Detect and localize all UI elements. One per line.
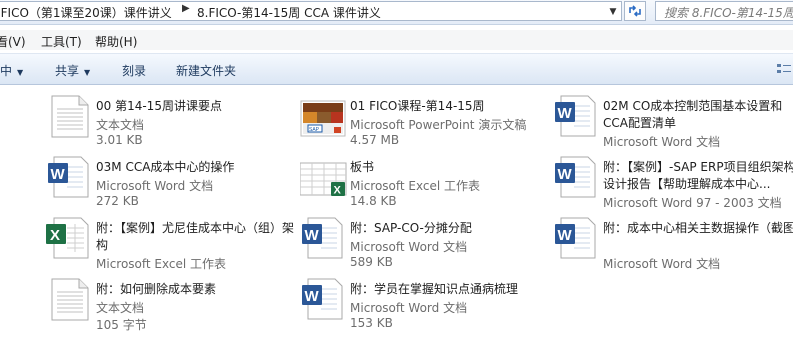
file-item[interactable]: 附：如何删除成本要素 文本文档 105 字节	[46, 275, 286, 335]
svg-text:X: X	[334, 185, 342, 197]
file-name: 附：SAP-CO-分摊分配	[350, 221, 472, 235]
file-item[interactable]: W 附：成本中心相关主数据操作（截图） Microsoft Word 文档	[553, 214, 793, 274]
new-folder-button[interactable]: 新建文件夹	[176, 62, 236, 79]
file-list: 00 第14-15周讲课要点 文本文档 3.01 KB SAP 01 FICO课…	[0, 86, 793, 344]
file-size: 4.57 MB	[350, 133, 400, 147]
file-item[interactable]: W 03M CCA成本中心的操作 Microsoft Word 文档 272 K…	[46, 153, 286, 213]
file-item[interactable]: W 附：学员在掌握知识点通病梳理 Microsoft Word 文档 153 K…	[300, 275, 550, 335]
search-input[interactable]: 搜索 8.FICO-第14-15周	[655, 1, 793, 21]
file-name: 附：成本中心相关主数据操作（截图）	[603, 221, 793, 235]
svg-text:W: W	[558, 166, 573, 183]
word-document-icon: W	[302, 217, 343, 259]
svg-text:X: X	[50, 227, 60, 244]
file-size: 272 KB	[96, 194, 139, 208]
svg-text:W: W	[51, 166, 66, 183]
share-dropdown-icon: ▼	[84, 68, 91, 77]
address-bar-row: 8FICO（第1课至20课）课件讲义 ▶ 8.FICO-第14-15周 CCA …	[0, 0, 793, 25]
file-name: 附：【案例】-SAP ERP项目组织架构设计报告【帮助理解成本中心...	[603, 160, 793, 191]
refresh-icon	[629, 5, 641, 17]
excel-sheet-icon: X	[46, 217, 89, 259]
file-type: Microsoft Word 文档	[350, 240, 468, 254]
file-item[interactable]: W 02M CO成本控制范围基本设置和CCA配置清单 Microsoft Wor…	[553, 92, 793, 152]
burn-button[interactable]: 刻录	[122, 62, 146, 79]
file-type: Microsoft PowerPoint 演示文稿	[350, 118, 527, 132]
text-document-icon	[51, 278, 89, 321]
file-size: 105 字节	[96, 318, 147, 332]
organize-dropdown-icon: ▼	[17, 68, 24, 77]
menu-bar: 看(V) 工具(T) 帮助(H)	[0, 30, 793, 50]
file-type: Microsoft Word 文档	[603, 135, 721, 149]
file-size: 589 KB	[350, 255, 393, 269]
menu-tools[interactable]: 工具(T)	[41, 33, 82, 50]
file-name: 附：如何删除成本要素	[96, 282, 217, 296]
breadcrumb-current[interactable]: 8.FICO-第14-15周 CCA 课件讲义	[197, 4, 381, 20]
search-placeholder: 搜索 8.FICO-第14-15周	[664, 6, 793, 20]
refresh-button[interactable]	[624, 1, 646, 21]
file-name: 附：【案例】尤尼佳成本中心（组）架构	[96, 221, 295, 252]
breadcrumb-separator-icon[interactable]: ▶	[182, 3, 190, 14]
file-item[interactable]: X 附：【案例】尤尼佳成本中心（组）架构 Microsoft Excel 工作表	[46, 214, 294, 274]
svg-text:W: W	[305, 288, 320, 305]
word-document-icon: W	[302, 278, 343, 320]
word-97-icon: W	[555, 156, 596, 198]
file-type: 文本文档	[96, 301, 145, 315]
file-name: 03M CCA成本中心的操作	[96, 160, 235, 174]
file-name: 板书	[350, 160, 375, 174]
share-button[interactable]: 共享 ▼	[55, 62, 90, 79]
change-view-button[interactable]	[776, 62, 792, 76]
file-item[interactable]: 00 第14-15周讲课要点 文本文档 3.01 KB	[46, 92, 286, 152]
breadcrumb-parent[interactable]: 8FICO（第1课至20课）课件讲义	[0, 4, 172, 20]
view-options-icon	[777, 64, 791, 73]
svg-text:W: W	[558, 105, 573, 122]
svg-text:W: W	[558, 227, 573, 244]
file-name: 02M CO成本控制范围基本设置和CCA配置清单	[603, 99, 783, 130]
file-item[interactable]: W 附：【案例】-SAP ERP项目组织架构设计报告【帮助理解成本中心... M…	[553, 153, 793, 213]
excel-sheet-icon: X	[300, 162, 347, 197]
menu-view[interactable]: 看(V)	[0, 33, 26, 50]
word-document-icon: W	[555, 95, 596, 137]
word-document-icon: W	[48, 156, 89, 198]
svg-text:SAP: SAP	[309, 127, 320, 133]
text-document-icon	[51, 95, 89, 138]
command-bar: 中 ▼ 共享 ▼ 刻录 新建文件夹	[0, 53, 793, 85]
file-item[interactable]: W 附：SAP-CO-分摊分配 Microsoft Word 文档 589 KB	[300, 214, 550, 274]
word-document-icon: W	[555, 217, 596, 259]
file-name: 附：学员在掌握知识点通病梳理	[350, 282, 519, 296]
file-type: Microsoft Word 文档	[96, 179, 214, 193]
organize-button[interactable]: 中 ▼	[0, 62, 23, 79]
file-size: 153 KB	[350, 316, 393, 330]
file-type: Microsoft Word 97 - 2003 文档	[603, 196, 782, 210]
menu-help[interactable]: 帮助(H)	[95, 33, 137, 50]
address-dropdown-icon[interactable]: ▼	[606, 4, 620, 20]
file-item[interactable]: SAP 01 FICO课程-第14-15周 Microsoft PowerPoi…	[300, 92, 550, 152]
address-field[interactable]: 8FICO（第1课至20课）课件讲义 ▶ 8.FICO-第14-15周 CCA …	[0, 1, 622, 21]
file-type: Microsoft Excel 工作表	[350, 179, 481, 193]
file-name: 00 第14-15周讲课要点	[96, 99, 222, 113]
file-size: 14.8 KB	[350, 194, 397, 208]
organize-label: 中	[0, 64, 13, 78]
file-type: Microsoft Word 文档	[350, 301, 468, 315]
file-type: 文本文档	[96, 118, 145, 132]
powerpoint-icon: SAP	[300, 100, 346, 137]
file-item[interactable]: X 板书 Microsoft Excel 工作表 14.8 KB	[300, 153, 550, 213]
svg-text:W: W	[305, 227, 320, 244]
share-label: 共享	[55, 64, 80, 78]
file-name: 01 FICO课程-第14-15周	[350, 99, 485, 113]
file-size: 3.01 KB	[96, 133, 143, 147]
file-type: Microsoft Excel 工作表	[96, 257, 227, 271]
file-type: Microsoft Word 文档	[603, 257, 721, 271]
